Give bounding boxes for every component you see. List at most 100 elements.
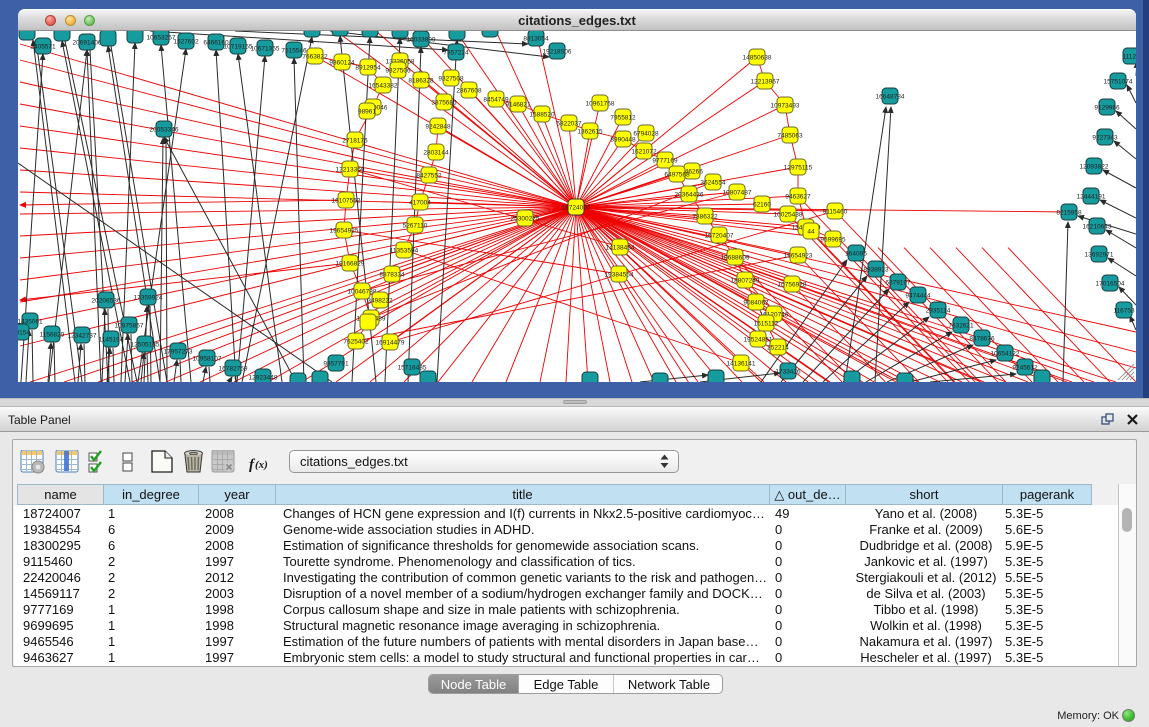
svg-text:8990448: 8990448 bbox=[610, 137, 636, 144]
svg-text:12505135: 12505135 bbox=[131, 342, 160, 349]
svg-text:6794028: 6794028 bbox=[633, 131, 659, 138]
svg-text:16782759: 16782759 bbox=[219, 366, 248, 373]
svg-text:9129966: 9129966 bbox=[1094, 105, 1120, 112]
svg-text:7386322: 7386322 bbox=[692, 214, 718, 221]
svg-text:2718176: 2718176 bbox=[342, 138, 368, 145]
svg-text:10975867: 10975867 bbox=[115, 323, 144, 330]
svg-text:3875685: 3875685 bbox=[431, 100, 457, 107]
svg-text:8878334: 8878334 bbox=[379, 272, 405, 279]
svg-text:8215958: 8215958 bbox=[1056, 210, 1082, 217]
svg-text:1362615: 1362615 bbox=[577, 129, 603, 136]
svg-text:116753: 116753 bbox=[1113, 308, 1135, 315]
svg-text:19654923: 19654923 bbox=[784, 253, 813, 260]
svg-text:16543382: 16543382 bbox=[369, 83, 398, 90]
svg-text:2935114: 2935114 bbox=[926, 308, 951, 315]
svg-text:8427552: 8427552 bbox=[416, 173, 442, 180]
svg-text:10719155: 10719155 bbox=[224, 44, 253, 51]
svg-text:9245612: 9245612 bbox=[1012, 365, 1038, 372]
svg-text:7485063: 7485063 bbox=[777, 133, 803, 140]
svg-text:20691406: 20691406 bbox=[73, 40, 102, 47]
svg-text:2867608: 2867608 bbox=[456, 88, 482, 95]
svg-text:17359924: 17359924 bbox=[134, 295, 163, 302]
svg-text:10025438: 10025438 bbox=[774, 212, 803, 219]
svg-text:10671355: 10671355 bbox=[251, 46, 280, 53]
svg-text:6497568: 6497568 bbox=[664, 172, 690, 179]
svg-text:9227343: 9227343 bbox=[1092, 135, 1118, 142]
svg-text:7632621: 7632621 bbox=[948, 323, 974, 330]
svg-text:18724007: 18724007 bbox=[562, 205, 591, 212]
svg-text:16033809: 16033809 bbox=[407, 37, 436, 44]
svg-text:12975115: 12975115 bbox=[784, 165, 813, 172]
svg-text:11123: 11123 bbox=[1122, 54, 1136, 61]
svg-text:2803144: 2803144 bbox=[423, 150, 449, 157]
svg-text:10688609: 10688609 bbox=[721, 255, 750, 262]
svg-text:3498222: 3498222 bbox=[367, 298, 393, 305]
svg-text:9327506: 9327506 bbox=[385, 68, 411, 75]
svg-text:12093822: 12093822 bbox=[1080, 164, 1109, 171]
svg-text:10958107: 10958107 bbox=[193, 356, 222, 363]
svg-text:7663822: 7663822 bbox=[302, 54, 328, 61]
svg-text:8938923: 8938923 bbox=[863, 267, 889, 274]
svg-text:15716485: 15716485 bbox=[398, 365, 427, 372]
svg-text:20053346: 20053346 bbox=[150, 127, 179, 134]
svg-text:19654925: 19654925 bbox=[330, 228, 359, 235]
svg-text:19384554: 19384554 bbox=[605, 272, 634, 279]
svg-text:9242848: 9242848 bbox=[425, 124, 451, 131]
svg-text:12213967: 12213967 bbox=[751, 79, 780, 86]
svg-text:10973493: 10973493 bbox=[771, 103, 800, 110]
svg-text:5267110: 5267110 bbox=[403, 223, 428, 230]
svg-text:1527602: 1527602 bbox=[173, 39, 199, 46]
svg-text:19218506: 19218506 bbox=[543, 49, 572, 56]
svg-text:8478676: 8478676 bbox=[969, 336, 995, 343]
svg-text:14136141: 14136141 bbox=[727, 361, 756, 368]
svg-text:14850638: 14850638 bbox=[743, 55, 772, 62]
svg-text:62160: 62160 bbox=[753, 202, 771, 209]
svg-text:1621072: 1621072 bbox=[631, 149, 657, 156]
svg-text:16648784: 16648784 bbox=[876, 94, 905, 101]
svg-text:1588520: 1588520 bbox=[529, 112, 555, 119]
svg-text:417004: 417004 bbox=[409, 200, 431, 207]
svg-text:1615112: 1615112 bbox=[754, 321, 779, 328]
svg-text:18807249: 18807249 bbox=[731, 278, 760, 285]
svg-text:20364436: 20364436 bbox=[675, 192, 704, 199]
svg-text:9463627: 9463627 bbox=[785, 194, 811, 201]
svg-text:1156829: 1156829 bbox=[40, 332, 65, 339]
svg-text:39154: 39154 bbox=[18, 330, 30, 337]
svg-text:10807487: 10807487 bbox=[723, 190, 752, 197]
svg-text:12923448: 12923448 bbox=[249, 375, 278, 382]
svg-text:3624554: 3624554 bbox=[700, 180, 726, 187]
svg-text:17016504: 17016504 bbox=[1096, 281, 1125, 288]
svg-text:7357224: 7357224 bbox=[443, 50, 469, 57]
svg-text:44: 44 bbox=[807, 229, 815, 236]
svg-text:12342737: 12342737 bbox=[68, 333, 97, 340]
svg-text:14138454: 14138454 bbox=[606, 245, 635, 252]
svg-text:9146821: 9146821 bbox=[505, 102, 531, 109]
svg-text:10961768: 10961768 bbox=[586, 101, 615, 108]
svg-text:15751074: 15751074 bbox=[1104, 79, 1133, 86]
svg-text:6879197: 6879197 bbox=[885, 280, 911, 287]
svg-text:9857791: 9857791 bbox=[323, 361, 349, 368]
svg-text:10654122: 10654122 bbox=[991, 351, 1020, 358]
svg-text:164095: 164095 bbox=[845, 251, 867, 258]
svg-text:16107552: 16107552 bbox=[332, 198, 361, 205]
svg-text:9327508: 9327508 bbox=[438, 76, 464, 83]
svg-text:252214: 252214 bbox=[767, 345, 789, 352]
svg-text:9474444: 9474444 bbox=[905, 293, 931, 300]
svg-text:10653267: 10653267 bbox=[147, 35, 176, 42]
svg-text:11353594: 11353594 bbox=[390, 248, 419, 255]
svg-text:9860124: 9860124 bbox=[329, 60, 355, 67]
svg-text:13692971: 13692971 bbox=[1085, 252, 1114, 259]
svg-text:12213369: 12213369 bbox=[336, 167, 365, 174]
svg-text:9699695: 9699695 bbox=[820, 237, 846, 244]
svg-text:7955812: 7955812 bbox=[610, 115, 636, 122]
svg-text:19166829: 19166829 bbox=[336, 261, 365, 268]
svg-text:9084067: 9084067 bbox=[743, 300, 769, 307]
svg-text:20206536: 20206536 bbox=[92, 298, 121, 305]
svg-text:98961: 98961 bbox=[358, 109, 376, 116]
svg-text:17957273: 17957273 bbox=[164, 349, 193, 356]
svg-text:12444191: 12444191 bbox=[1077, 194, 1106, 201]
svg-text:9777169: 9777169 bbox=[652, 158, 678, 165]
svg-text:1733426: 1733426 bbox=[775, 369, 801, 376]
svg-text:16914479: 16914479 bbox=[376, 340, 405, 347]
svg-text:5822037: 5822037 bbox=[556, 121, 582, 128]
